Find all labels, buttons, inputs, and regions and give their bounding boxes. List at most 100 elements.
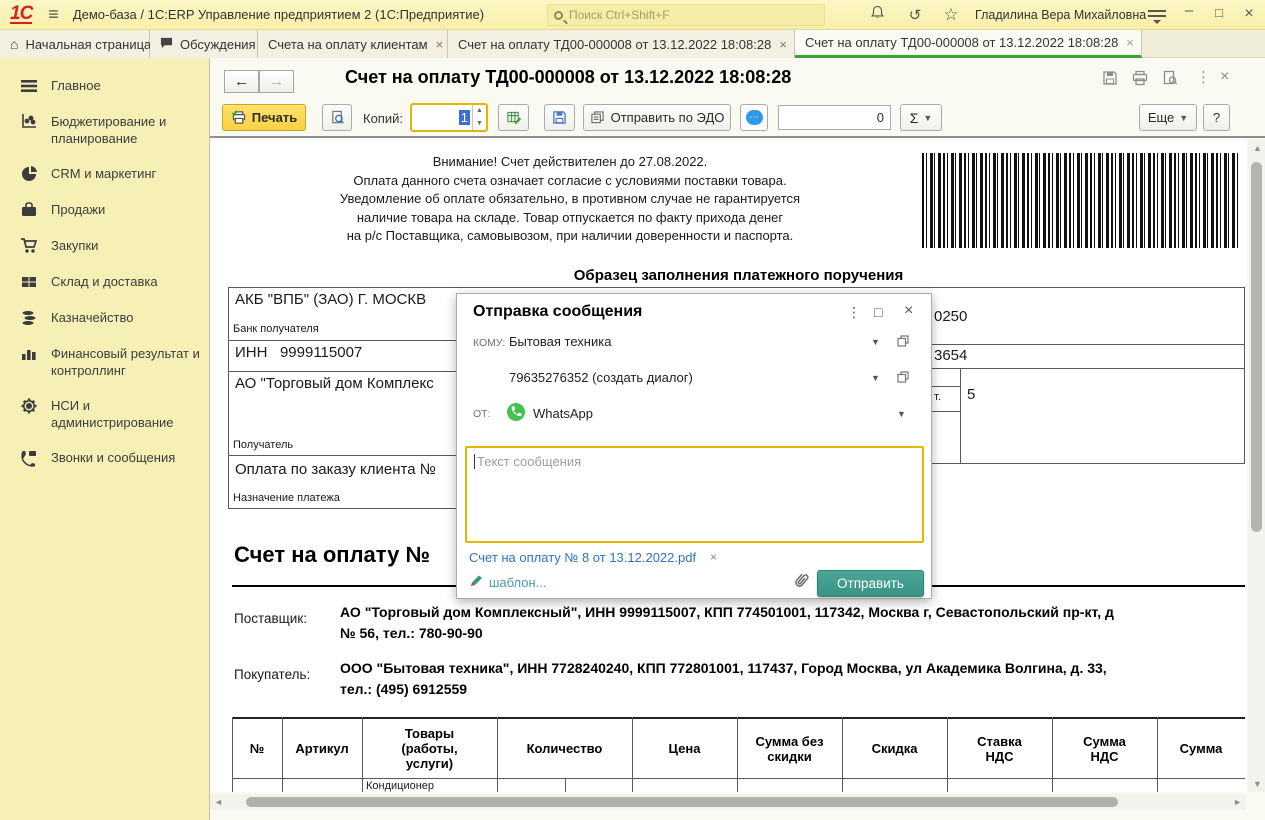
remove-attachment-icon[interactable]: × bbox=[710, 550, 717, 564]
vertical-scroll-thumb[interactable] bbox=[1251, 162, 1262, 532]
sidebar-item-crm[interactable]: CRM и маркетинг bbox=[0, 156, 209, 192]
global-search-input[interactable]: Поиск Ctrl+Shift+F bbox=[547, 4, 825, 26]
tab-invoices-list[interactable]: Счета на оплату клиентам × bbox=[258, 30, 448, 58]
history-icon[interactable]: ↺ bbox=[904, 6, 926, 24]
favorites-star-icon[interactable]: ☆ bbox=[940, 5, 962, 25]
discuss-button[interactable]: ⋯ bbox=[740, 104, 768, 131]
search-icon bbox=[554, 11, 563, 20]
col-header: Сумма без скидки bbox=[737, 719, 842, 778]
sidebar-item-treasury[interactable]: Казначейство bbox=[0, 300, 209, 336]
open-window-icon[interactable] bbox=[897, 370, 909, 388]
print-button[interactable]: Печать bbox=[222, 104, 306, 131]
sidebar-item-nsi-admin[interactable]: НСИ и администрирование bbox=[0, 388, 209, 440]
top-bar: 1С ≡ Демо-база / 1С:ERP Управление предп… bbox=[0, 0, 1265, 30]
counter-input[interactable]: 0 bbox=[778, 105, 891, 130]
chevron-down-icon: ▼ bbox=[1179, 113, 1188, 123]
printer-check-icon bbox=[231, 110, 247, 125]
phone-field[interactable]: 79635276352 (создать диалог) bbox=[509, 370, 693, 385]
tab-home[interactable]: ⌂ Начальная страница bbox=[0, 30, 150, 58]
horizontal-scroll-thumb[interactable] bbox=[246, 797, 1118, 807]
floppy-icon bbox=[552, 110, 567, 125]
preview-button[interactable] bbox=[322, 104, 352, 131]
chevron-down-icon[interactable]: ▼ bbox=[897, 409, 906, 419]
from-label: ОТ: bbox=[473, 408, 491, 420]
bank-name: АКБ "ВПБ" (ЗАО) Г. МОСКВ bbox=[235, 291, 426, 308]
tab-invoice-1[interactable]: Счет на оплату ТД00-000008 от 13.12.2022… bbox=[448, 30, 795, 58]
scroll-left-icon[interactable]: ◄ bbox=[214, 797, 223, 807]
current-user[interactable]: Гладилина Вера Михайловна bbox=[975, 8, 1146, 22]
table-edit-button[interactable] bbox=[498, 104, 529, 131]
col-header: Товары (работы, услуги) bbox=[362, 719, 497, 778]
phone-message-icon bbox=[20, 449, 38, 467]
scroll-right-icon[interactable]: ► bbox=[1233, 797, 1242, 807]
sidebar-item-budgeting[interactable]: Бюджетирование и планирование bbox=[0, 104, 209, 156]
chevron-down-icon[interactable]: ▼ bbox=[871, 373, 880, 383]
vertical-scrollbar[interactable]: ▲ ▼ bbox=[1248, 140, 1265, 792]
gear-icon bbox=[20, 397, 38, 415]
chat-icon bbox=[160, 36, 173, 52]
dialog-close-icon[interactable]: × bbox=[904, 302, 913, 320]
dialog-more-icon[interactable]: ⋮ bbox=[847, 304, 861, 321]
sidebar-item-warehouse[interactable]: Склад и доставка bbox=[0, 264, 209, 300]
from-field[interactable]: WhatsApp bbox=[533, 406, 593, 421]
preview-icon[interactable] bbox=[1162, 70, 1178, 90]
main-menu-icon[interactable]: ≡ bbox=[48, 4, 59, 25]
invoice-barcode bbox=[922, 153, 1238, 248]
app-window: 1С ≡ Демо-база / 1С:ERP Управление предп… bbox=[0, 0, 1265, 820]
chevron-down-icon[interactable]: ▼ bbox=[871, 337, 880, 347]
col-header: Артикул bbox=[282, 719, 362, 778]
window-title: Демо-база / 1С:ERP Управление предприяти… bbox=[73, 7, 484, 22]
chevron-down-icon: ▼ bbox=[923, 113, 932, 123]
paperclip-icon[interactable] bbox=[792, 570, 810, 595]
receiver-label: Получатель bbox=[233, 439, 293, 451]
back-button[interactable]: ← bbox=[224, 70, 259, 93]
sidebar-item-main[interactable]: Главное bbox=[0, 68, 209, 104]
forward-button[interactable]: → bbox=[259, 70, 294, 93]
whatsapp-icon bbox=[507, 403, 525, 421]
minimize-button[interactable]: – bbox=[1178, 2, 1200, 19]
scroll-up-icon[interactable]: ▲ bbox=[1253, 143, 1262, 153]
to-field[interactable]: Бытовая техника bbox=[509, 334, 611, 349]
sidebar-item-calls[interactable]: Звонки и сообщения bbox=[0, 440, 209, 476]
notifications-bell-icon[interactable] bbox=[866, 5, 888, 24]
sum-button[interactable]: Σ ▼ bbox=[900, 104, 942, 131]
tab-close-icon[interactable]: × bbox=[779, 37, 787, 52]
col-header: Сумма НДС bbox=[1052, 719, 1157, 778]
purpose-value: Оплата по заказу клиента № bbox=[235, 461, 436, 478]
buyer-label: Покупатель: bbox=[234, 667, 310, 682]
message-placeholder: Текст сообщения bbox=[477, 454, 581, 469]
tab-invoice-2-active[interactable]: Счет на оплату ТД00-000008 от 13.12.2022… bbox=[795, 30, 1142, 58]
sidebar-item-finresult[interactable]: Финансовый результат и контроллинг bbox=[0, 336, 209, 388]
maximize-button[interactable]: □ bbox=[1208, 5, 1230, 20]
service-menu-icon[interactable] bbox=[1148, 7, 1166, 24]
sidebar-item-sales[interactable]: Продажи bbox=[0, 192, 209, 228]
sidebar-item-purchases[interactable]: Закупки bbox=[0, 228, 209, 264]
spin-up-icon[interactable]: ▲ bbox=[473, 105, 486, 118]
message-text-input[interactable]: Текст сообщения bbox=[465, 446, 924, 543]
spin-down-icon[interactable]: ▼ bbox=[473, 118, 486, 131]
save-icon[interactable] bbox=[1102, 70, 1118, 90]
close-window-button[interactable]: × bbox=[1238, 5, 1260, 23]
template-link[interactable]: шаблон... bbox=[489, 575, 547, 590]
help-button[interactable]: ? bbox=[1203, 104, 1230, 131]
col-header: Сумма bbox=[1157, 719, 1245, 778]
copies-stepper[interactable]: 1 ▲▼ bbox=[410, 103, 488, 132]
close-form-icon[interactable]: × bbox=[1220, 68, 1229, 86]
more-dots-icon[interactable]: ⋮ bbox=[1196, 68, 1211, 86]
scroll-down-icon[interactable]: ▼ bbox=[1253, 779, 1262, 789]
tab-discussions[interactable]: Обсуждения bbox=[150, 30, 258, 58]
menu-lines-icon bbox=[20, 77, 38, 95]
edo-docs-icon bbox=[590, 110, 605, 125]
attachment-link[interactable]: Счет на оплату № 8 от 13.12.2022.pdf bbox=[469, 550, 696, 565]
send-button[interactable]: Отправить bbox=[817, 570, 924, 597]
more-button[interactable]: Еще ▼ bbox=[1139, 104, 1197, 131]
tab-close-icon[interactable]: × bbox=[1126, 35, 1134, 50]
send-edo-button[interactable]: Отправить по ЭДО bbox=[583, 104, 731, 131]
save-file-button[interactable] bbox=[544, 104, 575, 131]
print-icon[interactable] bbox=[1132, 70, 1148, 90]
account-fragment: 3654 bbox=[934, 347, 967, 364]
horizontal-scrollbar[interactable]: ◄ ► bbox=[210, 794, 1246, 810]
tab-close-icon[interactable]: × bbox=[436, 37, 444, 52]
open-window-icon[interactable] bbox=[897, 334, 909, 352]
dialog-maximize-icon[interactable]: □ bbox=[874, 304, 882, 320]
